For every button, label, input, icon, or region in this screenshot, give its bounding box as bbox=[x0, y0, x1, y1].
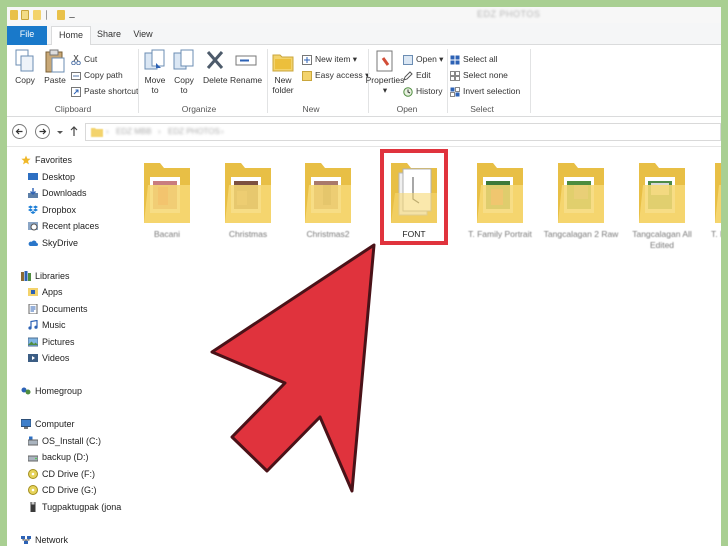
annotation-arrow-icon bbox=[210, 243, 376, 493]
explorer-window: EDZ PHOTOS File Home Share View Copy Pas… bbox=[7, 7, 721, 546]
